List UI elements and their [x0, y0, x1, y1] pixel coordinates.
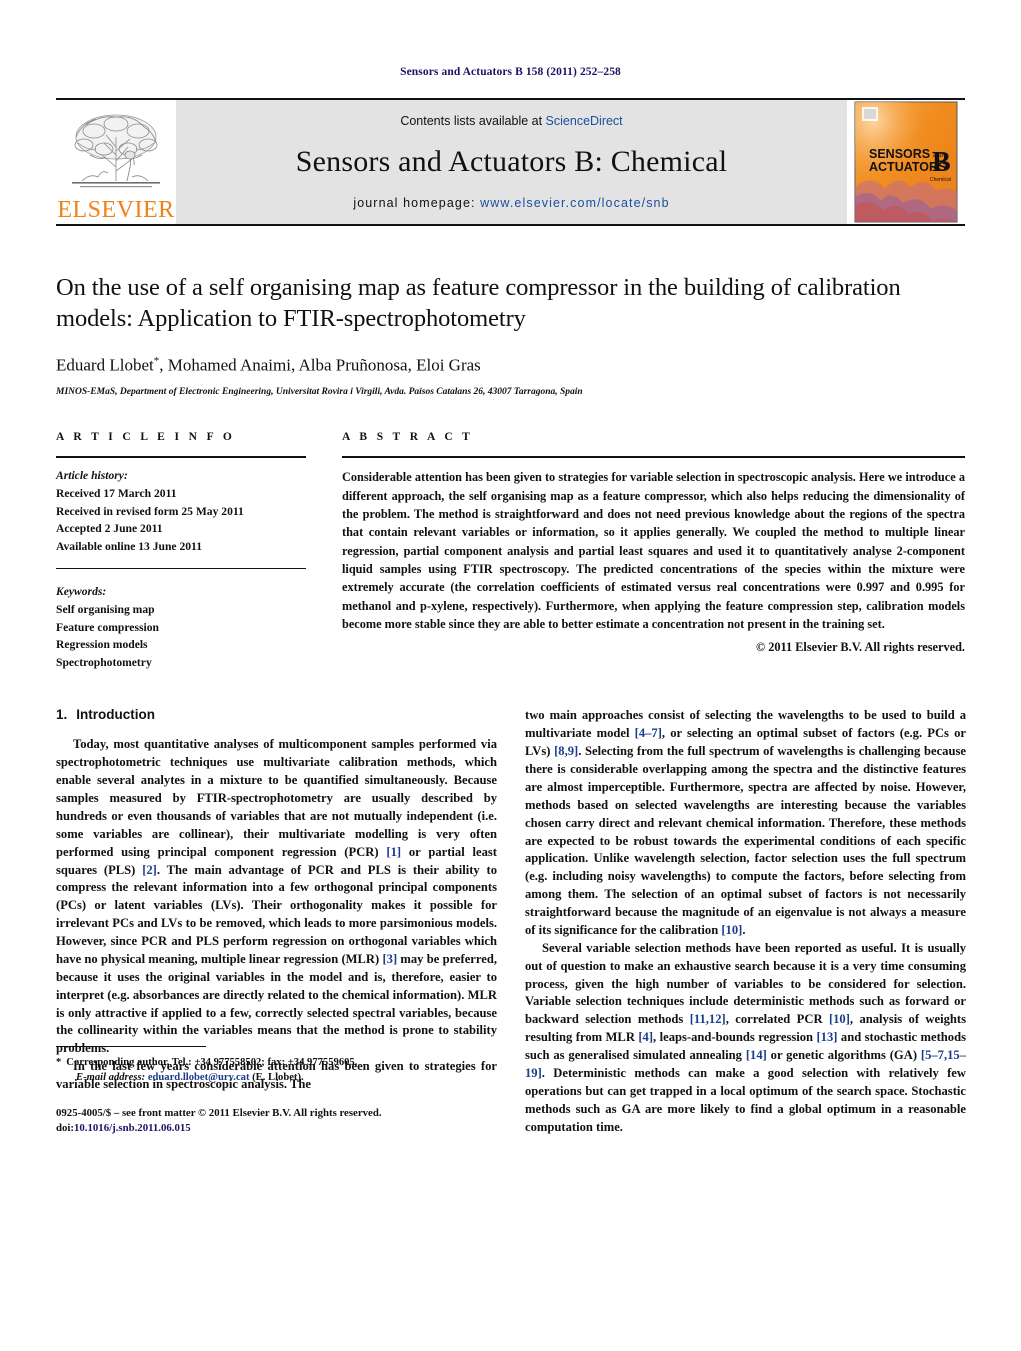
article-info-rule [56, 456, 306, 459]
contents-available-line: Contents lists available at ScienceDirec… [400, 114, 622, 128]
article-history-heading: Article history: [56, 469, 128, 483]
article-history: Article history: Received 17 March 2011 … [56, 467, 306, 555]
page-title: On the use of a self organising map as f… [56, 274, 901, 333]
journal-title: Sensors and Actuators B: Chemical [295, 145, 728, 178]
author-list: Eduard Llobet*, Mohamed Anaimi, Alba Pru… [56, 355, 965, 376]
svg-text:Chemical: Chemical [930, 177, 951, 183]
email-suffix: (E. Llobet). [252, 1072, 304, 1084]
section-number: 1. [56, 707, 68, 723]
elsevier-wordmark: ELSEVIER [57, 197, 175, 223]
abstract-text: Considerable attention has been given to… [342, 470, 965, 631]
section-heading-introduction: 1. Introduction [56, 707, 497, 722]
citation-ref[interactable]: [4] [638, 1030, 653, 1044]
citation-ref[interactable]: [10] [721, 923, 742, 937]
keyword-item: Feature compression [56, 620, 159, 634]
email-link[interactable]: eduard.llobet@urv.cat [148, 1072, 250, 1083]
elsevier-logo: ELSEVIER [56, 100, 176, 224]
author-rest: , Mohamed Anaimi, Alba Pruñonosa, Eloi G… [159, 355, 481, 375]
keyword-item: Spectrophotometry [56, 655, 152, 669]
info-abstract-row: A R T I C L E I N F O Article history: R… [56, 431, 965, 671]
citation-ref[interactable]: [1] [386, 845, 401, 859]
running-head: Sensors and Actuators B 158 (2011) 252–2… [400, 66, 621, 78]
keyword-item: Self organising map [56, 603, 155, 617]
keywords-rule [56, 568, 306, 570]
body-column-right: two main approaches consist of selecting… [525, 707, 966, 1136]
footnote-star-icon: * [56, 1057, 62, 1069]
keyword-item: Regression models [56, 638, 148, 652]
paragraph: Today, most quantitative analyses of mul… [56, 737, 497, 1056]
paragraph: Several variable selection methods have … [525, 940, 966, 1134]
journal-cover-image: SENSORS and ACTUATORS B Chemical [854, 101, 958, 223]
footnote-area: * Corresponding author. Tel.: +34 9775585… [56, 1046, 497, 1136]
citation-ref[interactable]: [2] [142, 863, 157, 877]
issn-line: 0925-4005/$ – see front matter © 2011 El… [56, 1106, 382, 1119]
citation-ref[interactable]: [11,12] [690, 1012, 726, 1026]
journal-homepage-line: journal homepage: www.elsevier.com/locat… [353, 196, 669, 210]
history-item: Received in revised form 25 May 2011 [56, 504, 244, 518]
abstract-column: A B S T R A C T Considerable attention h… [342, 431, 965, 671]
article-info-label: A R T I C L E I N F O [56, 431, 236, 444]
body-columns: 1. Introduction Today, most quantitative … [56, 707, 966, 1136]
email-label: E-mail address: [76, 1072, 146, 1084]
journal-masthead: ELSEVIER Contents lists available at Sci… [56, 98, 965, 226]
footnote-rule [56, 1046, 206, 1048]
citation-ref[interactable]: [14] [746, 1048, 767, 1062]
svg-text:B: B [932, 147, 951, 178]
keywords-heading: Keywords: [56, 585, 107, 599]
citation-ref[interactable]: [13] [816, 1030, 837, 1044]
author-first: Eduard Llobet [56, 355, 154, 375]
elsevier-tree-icon [72, 114, 160, 188]
corresponding-author-footnote: * Corresponding author. Tel.: +34 9775585… [56, 1055, 497, 1070]
article-info-column: A R T I C L E I N F O Article history: R… [56, 431, 306, 671]
doi-line: doi:10.1016/j.snb.2011.06.015 [56, 1121, 497, 1136]
doi-value[interactable]: 10.1016/j.snb.2011.06.015 [74, 1122, 191, 1134]
svg-text:SENSORS: SENSORS [869, 147, 930, 161]
title-block: On the use of a self organising map as f… [56, 272, 965, 397]
section-title: Introduction [76, 707, 155, 723]
sciencedirect-link[interactable]: ScienceDirect [546, 114, 623, 128]
history-item: Received 17 March 2011 [56, 486, 177, 500]
contents-prefix: Contents lists available at [400, 114, 546, 128]
abstract-label: A B S T R A C T [342, 431, 474, 444]
email-footnote: E-mail address: eduard.llobet@urv.cat (E… [56, 1070, 497, 1085]
citation-ref[interactable]: [10] [829, 1012, 850, 1026]
citation-ref[interactable]: [4–7] [635, 726, 662, 740]
abstract-rule [342, 456, 965, 459]
homepage-url[interactable]: www.elsevier.com/locate/snb [480, 196, 670, 210]
doi-label: doi: [56, 1122, 74, 1135]
corresponding-author-text: Corresponding author. Tel.: +34 97755850… [66, 1057, 358, 1069]
journal-cover-thumbnail: SENSORS and ACTUATORS B Chemical [847, 100, 965, 224]
paper-page: Sensors and Actuators B 158 (2011) 252–2… [0, 0, 1021, 1351]
homepage-prefix: journal homepage: [353, 196, 476, 210]
keywords-block: Keywords: Self organising map Feature co… [56, 583, 306, 671]
citation-ref[interactable]: [3] [382, 952, 397, 966]
affiliation: MINOS-EMaS, Department of Electronic Eng… [56, 387, 583, 398]
citation-ref[interactable]: [8,9] [554, 744, 578, 758]
masthead-center-band: Contents lists available at ScienceDirec… [176, 100, 847, 224]
paragraph: two main approaches consist of selecting… [525, 708, 966, 937]
abstract-copyright: © 2011 Elsevier B.V. All rights reserved… [755, 640, 965, 655]
body-column-left: 1. Introduction Today, most quantitative … [56, 707, 497, 1136]
history-item: Accepted 2 June 2011 [56, 522, 163, 536]
imprint-block: 0925-4005/$ – see front matter © 2011 El… [56, 1106, 497, 1137]
history-item: Available online 13 June 2011 [56, 539, 203, 553]
